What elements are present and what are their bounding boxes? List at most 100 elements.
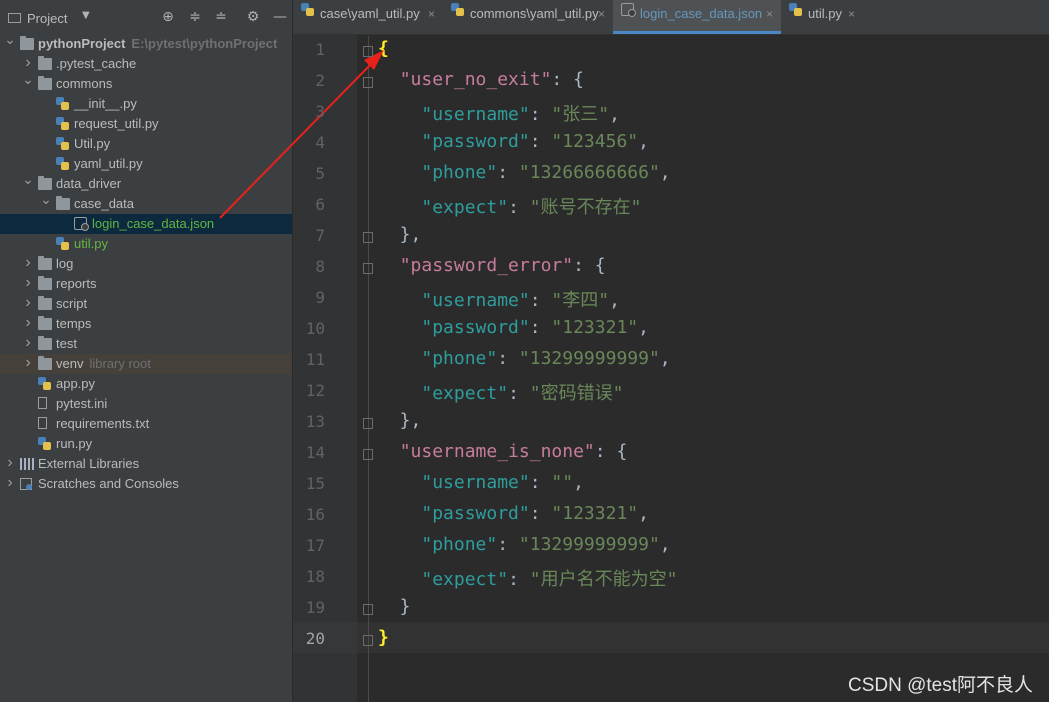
line-number: 19 — [305, 598, 325, 617]
tree-item-temps[interactable]: › temps — [0, 314, 292, 334]
fold-marker-icon[interactable] — [363, 46, 373, 57]
chevron-right-icon[interactable]: › — [22, 353, 34, 373]
tree-item-label: Util.py — [74, 136, 111, 151]
chevron-right-icon[interactable]: › — [22, 293, 34, 313]
tree-item-pytest-ini[interactable]: pytest.ini — [0, 394, 292, 414]
chevron-right-icon[interactable]: › — [4, 473, 16, 493]
chevron-down-icon[interactable]: ⌄ — [4, 29, 16, 49]
line-number: 3 — [315, 102, 325, 121]
chevron-right-icon[interactable]: › — [22, 273, 34, 293]
python-file-icon — [451, 3, 464, 16]
close-icon[interactable]: × — [848, 0, 855, 34]
folder-icon — [38, 76, 52, 90]
folder-icon — [56, 196, 70, 210]
tree-item-commons[interactable]: ⌄ commons — [0, 71, 292, 94]
tree-item-external-libraries[interactable]: › External Libraries — [0, 454, 292, 474]
current-line-highlight — [357, 622, 1049, 653]
tree-item-case-data[interactable]: ⌄ case_data — [0, 191, 292, 214]
tree-item-label: External Libraries — [38, 456, 140, 471]
python-file-icon — [56, 137, 69, 150]
tree-item-reports[interactable]: › reports — [0, 274, 292, 294]
python-file-icon — [56, 157, 69, 170]
tree-item-test[interactable]: › test — [0, 334, 292, 354]
fold-marker-icon[interactable] — [363, 635, 373, 646]
folder-icon — [38, 316, 52, 330]
editor-tab[interactable]: util.py × — [781, 0, 863, 34]
tree-item-label: pythonProject E:\pytest\pythonProject — [38, 36, 278, 51]
close-icon[interactable]: × — [428, 0, 435, 34]
fold-marker-icon[interactable] — [363, 449, 373, 460]
fold-marker-icon[interactable] — [363, 77, 373, 88]
tree-item-scratches-and-consoles[interactable]: › Scratches and Consoles — [0, 474, 292, 494]
code-line: "password_error": { — [399, 255, 606, 276]
chevron-right-icon[interactable]: › — [22, 313, 34, 333]
tree-item-label: login_case_data.json — [92, 216, 215, 231]
project-panel-title[interactable]: Project — [27, 11, 67, 26]
code-line: } — [378, 596, 411, 617]
chevron-down-icon[interactable]: ⌄ — [22, 69, 34, 89]
chevron-down-icon[interactable]: ⌄ — [40, 189, 52, 209]
expand-all-icon[interactable]: ≑ — [187, 9, 203, 25]
tree-item-util-py[interactable]: util.py — [0, 234, 292, 254]
editor-tab[interactable]: case\yaml_util.py × — [293, 0, 443, 34]
line-number: 18 — [305, 567, 325, 586]
chevron-right-icon[interactable]: › — [22, 333, 34, 353]
tree-item-yaml-util-py[interactable]: yaml_util.py — [0, 154, 292, 174]
line-number: 7 — [315, 226, 325, 245]
folder-icon — [38, 296, 52, 310]
line-number: 10 — [305, 319, 325, 338]
tree-item-label: app.py — [56, 376, 96, 391]
editor-tab[interactable]: commons\yaml_util.py × — [443, 0, 613, 34]
tree-item-login-case-data-json[interactable]: login_case_data.json — [0, 214, 292, 234]
line-number: 2 — [315, 71, 325, 90]
tree-item-pythonproject[interactable]: ⌄ pythonProject E:\pytest\pythonProject — [0, 31, 292, 54]
code-line: "username": "", — [421, 472, 584, 493]
tree-item-venv[interactable]: › venv library root — [0, 354, 292, 374]
tree-item-request-util-py[interactable]: request_util.py — [0, 114, 292, 134]
code-line: "username": "李四", — [421, 290, 620, 311]
fold-marker-icon[interactable] — [363, 418, 373, 429]
tree-item-log[interactable]: › log — [0, 254, 292, 274]
python-file-icon — [38, 377, 51, 390]
chevron-down-icon[interactable]: ▼ — [82, 10, 90, 21]
code-line: "password": "123321", — [421, 317, 649, 338]
line-number: 5 — [315, 164, 325, 183]
line-number: 1 — [315, 40, 325, 59]
code-line: }, — [378, 410, 422, 431]
editor-tab[interactable]: login_case_data.json × — [613, 0, 781, 34]
code-line: "password": "123456", — [421, 131, 649, 152]
gear-icon[interactable]: ⚙ — [245, 9, 261, 25]
fold-marker-icon[interactable] — [363, 263, 373, 274]
tree-item-pytest-cache[interactable]: › .pytest_cache — [0, 54, 292, 74]
tree-item-util-py[interactable]: Util.py — [0, 134, 292, 154]
text-file-icon — [38, 417, 47, 429]
tree-item-script[interactable]: › script — [0, 294, 292, 314]
locate-icon[interactable]: ⊕ — [160, 9, 176, 25]
tree-item-label: temps — [56, 316, 92, 331]
close-icon[interactable]: × — [766, 0, 773, 34]
line-number: 14 — [305, 443, 325, 462]
chevron-right-icon[interactable]: › — [4, 453, 16, 473]
fold-marker-icon[interactable] — [363, 604, 373, 615]
fold-marker-icon[interactable] — [363, 232, 373, 243]
fold-guide-line — [368, 36, 369, 702]
tree-item-app-py[interactable]: app.py — [0, 374, 292, 394]
minimize-icon[interactable]: — — [272, 9, 288, 25]
library-icon — [20, 458, 34, 470]
line-number: 13 — [305, 412, 325, 431]
project-sidebar: Project ▼ ⊕ ≑ ≐ ⚙ — ⌄ pythonProject E:\pyt… — [0, 0, 292, 702]
collapse-all-icon[interactable]: ≐ — [213, 9, 229, 25]
tree-item-run-py[interactable]: run.py — [0, 434, 292, 454]
tree-item-init-py[interactable]: __init__.py — [0, 94, 292, 114]
tab-label: case\yaml_util.py — [320, 6, 420, 21]
tree-item-requirements-txt[interactable]: requirements.txt — [0, 414, 292, 434]
close-icon[interactable]: × — [598, 0, 605, 34]
project-view-icon — [8, 13, 21, 23]
tree-item-label: script — [56, 296, 88, 311]
line-number: 4 — [315, 133, 325, 152]
chevron-right-icon[interactable]: › — [22, 253, 34, 273]
editor-tab-bar: case\yaml_util.py × commons\yaml_util.py × l… — [293, 0, 1049, 35]
tree-item-label: .pytest_cache — [56, 56, 137, 71]
chevron-down-icon[interactable]: ⌄ — [22, 169, 34, 189]
line-number: 16 — [305, 505, 325, 524]
